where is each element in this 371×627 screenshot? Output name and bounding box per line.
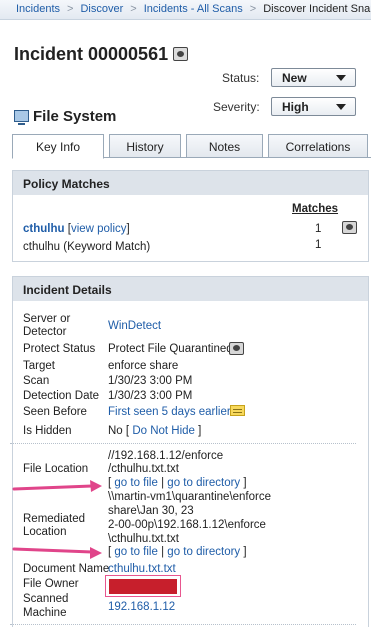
arrow-remediated-location xyxy=(12,547,102,559)
annotation-arrows xyxy=(12,480,102,559)
arrow-file-location xyxy=(12,480,102,492)
